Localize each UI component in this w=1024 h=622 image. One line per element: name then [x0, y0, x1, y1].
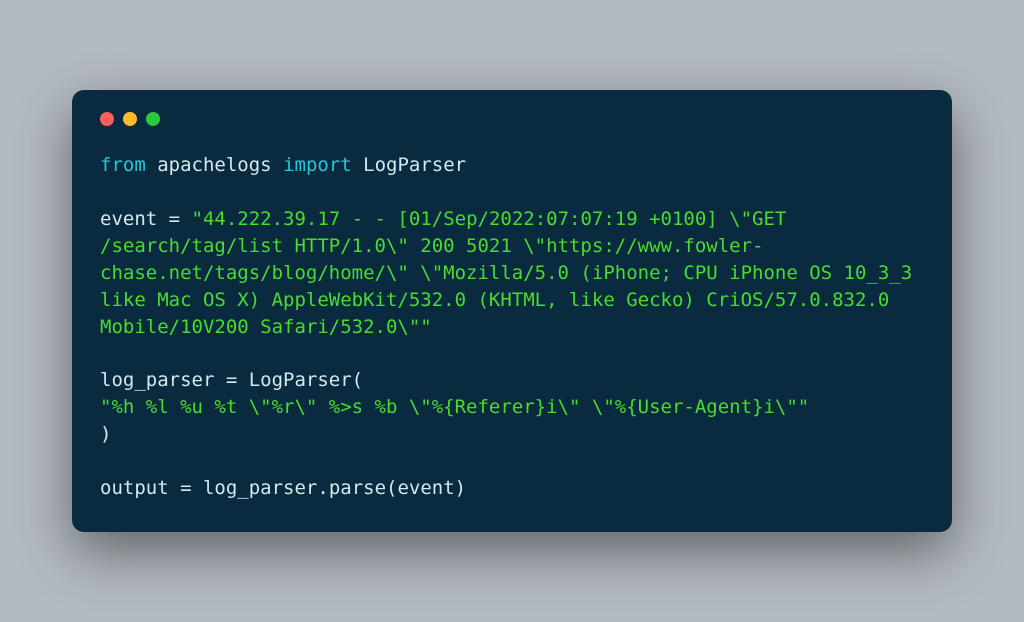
format-string: "%h %l %u %t \"%r\" %>s %b \"%{Referer}i… [100, 396, 809, 418]
method-parse: parse [329, 477, 386, 499]
minimize-icon[interactable] [123, 112, 137, 126]
event-string: "44.222.39.17 - - [01/Sep/2022:07:07:19 … [100, 208, 924, 338]
code-block: from apachelogs import LogParser event =… [100, 152, 924, 503]
paren-open: ( [386, 477, 397, 499]
assign-op: = [214, 369, 248, 391]
close-icon[interactable] [100, 112, 114, 126]
call-close: ) [100, 423, 111, 445]
module-name: apachelogs [157, 154, 271, 176]
keyword-import: import [283, 154, 352, 176]
dot-op: . [317, 477, 328, 499]
obj-log-parser: log_parser [203, 477, 317, 499]
arg-event: event [397, 477, 454, 499]
class-name: LogParser [363, 154, 466, 176]
code-window: from apachelogs import LogParser event =… [72, 90, 952, 533]
paren-close: ) [455, 477, 466, 499]
var-log-parser: log_parser [100, 369, 214, 391]
keyword-from: from [100, 154, 146, 176]
window-controls [100, 112, 924, 126]
call-logparser: LogParser( [249, 369, 363, 391]
var-output: output [100, 477, 169, 499]
assign-op: = [169, 477, 203, 499]
var-event: event [100, 208, 157, 230]
assign-op: = [157, 208, 191, 230]
maximize-icon[interactable] [146, 112, 160, 126]
